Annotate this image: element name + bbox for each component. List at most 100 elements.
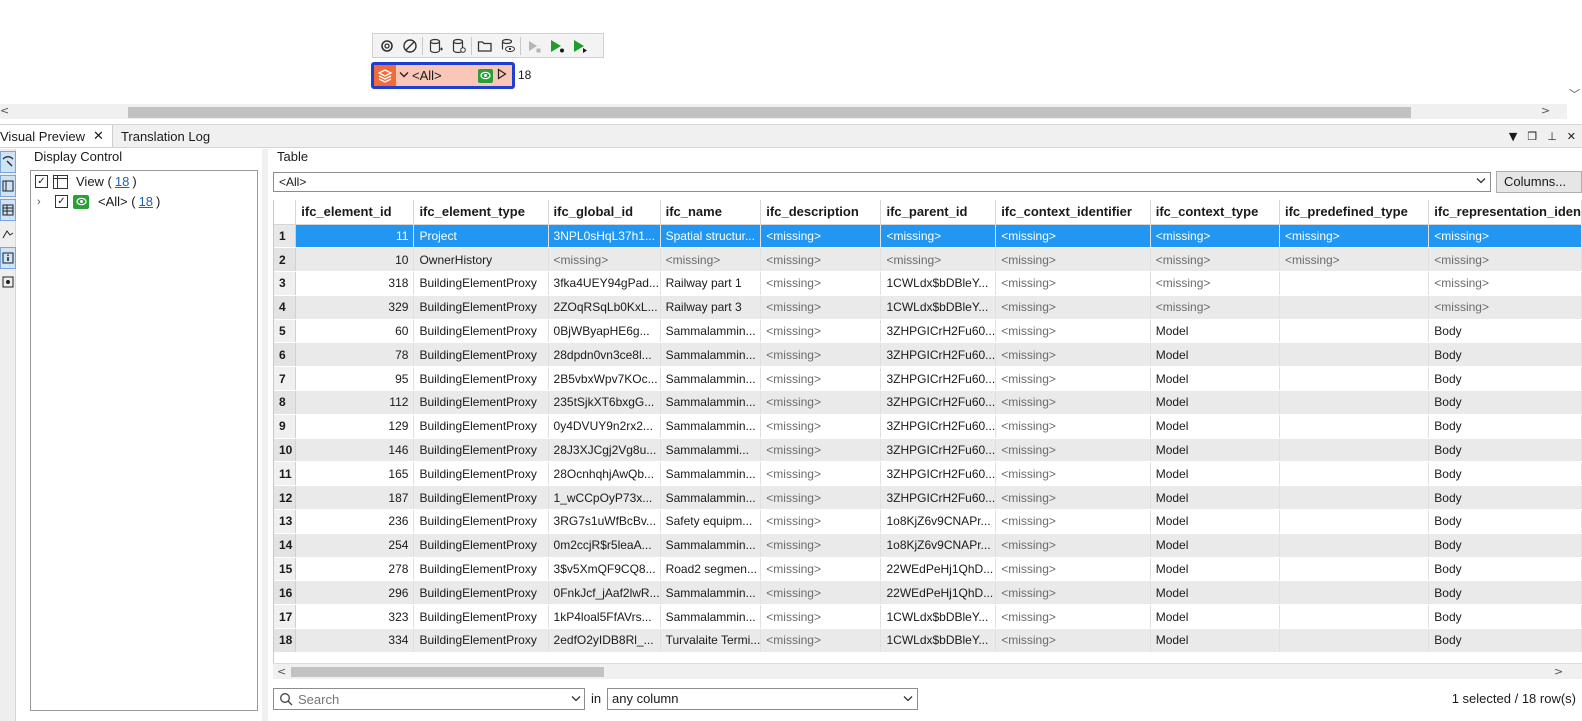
table-cell[interactable]: 3$v5XmQF9CQ8... [548,557,661,582]
table-cell[interactable]: Model [1150,509,1280,534]
table-cell[interactable] [1279,414,1430,439]
row-number[interactable]: 12 [274,485,297,511]
table-cell[interactable]: Body [1428,438,1582,463]
eye-icon[interactable] [478,68,493,83]
table-cell[interactable]: 28J3XJCgj2Vg8u... [548,438,661,463]
disable-icon[interactable] [398,34,421,57]
restore-icon[interactable]: ❐ [1527,130,1537,143]
table-cell[interactable]: Turvalaite Termi... [660,628,762,653]
view-checkbox[interactable]: ✓ [35,175,48,188]
row-number[interactable]: 8 [274,390,297,415]
table-cell[interactable]: Spatial structur... [660,224,762,249]
row-number[interactable]: 3 [274,271,297,296]
table-cell[interactable] [1279,342,1430,368]
table-cell[interactable]: <missing> [1279,247,1430,273]
table-cell[interactable]: <missing> [1150,271,1280,296]
table-cell[interactable]: <missing> [995,366,1151,392]
chevron-right-icon[interactable]: > [1554,665,1563,678]
table-cell[interactable] [1279,319,1430,344]
table-cell[interactable]: 0y4DVUY9n2rx2... [548,414,661,439]
table-cell[interactable]: <missing> [880,247,997,273]
table-cell[interactable]: BuildingElementProxy [413,342,549,368]
table-row[interactable]: 4 329 BuildingElementProxy 2ZOqRSqLb0KxL...… [274,295,1582,320]
columns-button[interactable]: Columns... [1496,171,1582,193]
table-cell[interactable]: <missing> [995,509,1151,534]
row-number[interactable]: 13 [274,509,297,534]
table-cell[interactable]: <missing> [1150,224,1280,249]
table-cell[interactable]: <missing> [1150,295,1280,320]
table-cell[interactable]: <missing> [995,271,1151,296]
run-from-selected-icon[interactable] [568,34,591,57]
table-cell[interactable]: Sammalammin... [660,533,762,558]
table-cell[interactable]: Body [1428,628,1582,653]
table-cell[interactable]: <missing> [760,342,882,368]
tree-item-all[interactable]: › ✓ <All> ( 18 ) [37,194,160,209]
table-cell[interactable]: 1o8KjZ6v9CNAPr... [880,533,997,558]
column-scope-select[interactable]: any column [607,688,918,710]
table-row[interactable]: 13 236 BuildingElementProxy 3RG7s1uWfBcBv..… [274,509,1582,534]
row-number[interactable]: 7 [274,366,297,392]
table-cell[interactable]: Model [1150,485,1280,511]
table-cell[interactable]: BuildingElementProxy [413,390,549,415]
table-cell[interactable]: Project [413,224,549,249]
table-cell[interactable]: 323 [295,604,415,630]
table-cell[interactable]: Sammalammin... [660,485,762,511]
table-cell[interactable]: <missing> [760,224,882,249]
table-cell[interactable]: Body [1428,485,1582,511]
table-cell[interactable]: 1CWLdx$bDBleY... [880,628,997,653]
table-cell[interactable]: 3fka4UEY94gPad... [548,271,661,296]
chevron-down-icon[interactable] [1476,173,1486,191]
table-cell[interactable]: Sammalammin... [660,390,762,415]
table-cell[interactable]: <missing> [880,224,997,249]
table-cell[interactable]: <missing> [995,295,1151,320]
table-cell[interactable]: <missing> [760,366,882,392]
table-row[interactable]: 1 11 Project 3NPL0sHqL37h1... Spatial struct… [274,224,1582,249]
table-cell[interactable] [1279,509,1430,534]
table-cell[interactable]: <missing> [1428,224,1582,249]
tab-visual-preview[interactable]: Visual Preview ✕ [0,125,113,147]
add-reader-icon[interactable] [424,34,447,57]
table-row[interactable]: 18 334 BuildingElementProxy 2edfO2yIDB8Rl_.… [274,628,1582,653]
column-header-ifc-context-type[interactable]: ifc_context_type [1150,200,1280,225]
feature-type-node[interactable]: <All> [371,62,515,89]
table-cell[interactable]: Body [1428,319,1582,344]
table-cell[interactable]: <missing> [995,628,1151,653]
search-input[interactable] [298,691,568,707]
table-cell[interactable]: 3ZHPGICrH2Fu60... [880,366,997,392]
chevron-down-icon[interactable] [568,695,584,703]
table-cell[interactable]: <missing> [995,485,1151,511]
all-checkbox[interactable]: ✓ [55,195,68,208]
table-horizontal-scrollbar[interactable]: < > [273,663,1582,679]
table-cell[interactable]: 95 [295,366,415,392]
table-cell[interactable]: <missing> [760,533,882,558]
table-cell[interactable]: 22WEdPeHj1QhD... [880,557,997,582]
table-cell[interactable]: Model [1150,461,1280,487]
table-cell[interactable] [1279,533,1430,558]
table-cell[interactable]: <missing> [995,414,1151,439]
table-cell[interactable] [1279,366,1430,392]
table-cell[interactable]: 3NPL0sHqL37h1... [548,224,661,249]
table-cell[interactable]: Sammalammin... [660,342,762,368]
table-cell[interactable]: Sammalammin... [660,580,762,606]
table-cell[interactable]: BuildingElementProxy [413,580,549,606]
table-cell[interactable]: 0BjWByapHE6g... [548,319,661,344]
table-cell[interactable]: <missing> [995,604,1151,630]
table-cell[interactable]: 78 [295,342,415,368]
table-cell[interactable]: 236 [295,509,415,534]
table-cell[interactable] [1279,390,1430,415]
table-cell[interactable]: 3ZHPGICrH2Fu60... [880,342,997,368]
open-folder-icon[interactable] [473,34,496,57]
table-cell[interactable] [1279,628,1430,653]
table-view-icon[interactable] [0,199,16,221]
row-number[interactable]: 11 [274,461,297,487]
table-cell[interactable]: <missing> [995,247,1151,273]
table-cell[interactable]: <missing> [1428,295,1582,320]
row-number[interactable]: 15 [274,557,297,582]
table-cell[interactable]: 3ZHPGICrH2Fu60... [880,414,997,439]
table-cell[interactable]: 2B5vbxWpv7KOc... [548,366,661,392]
table-cell[interactable]: <missing> [760,580,882,606]
settings-icon[interactable] [375,34,398,57]
chevron-down-icon[interactable] [396,69,412,82]
table-cell[interactable]: BuildingElementProxy [413,485,549,511]
table-cell[interactable]: 1kP4loal5FfAVrs... [548,604,661,630]
